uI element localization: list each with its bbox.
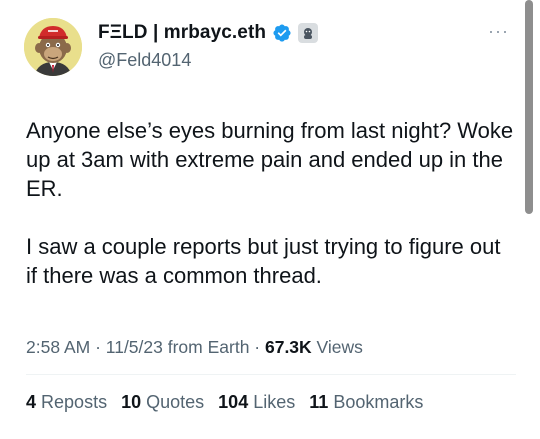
- stat-likes[interactable]: 104 Likes: [218, 392, 295, 413]
- tweet-date[interactable]: 11/5/23 from Earth: [106, 337, 250, 357]
- stat-label: Quotes: [146, 392, 205, 412]
- stat-count: 10: [121, 392, 142, 412]
- author-name-row: FΞLD | mrbayc.eth: [98, 20, 319, 46]
- tweet-paragraph: Anyone else’s eyes burning from last nig…: [26, 118, 514, 201]
- stat-label: Bookmarks: [333, 392, 424, 412]
- tweet: FΞLD | mrbayc.eth @Feld4014 ··· Anyone e…: [0, 0, 540, 439]
- tweet-meta: 2:58 AM · 11/5/23 from Earth · 67.3K Vie…: [26, 337, 363, 358]
- stat-quotes[interactable]: 10 Quotes: [121, 392, 204, 413]
- divider: [26, 374, 516, 375]
- tweet-time[interactable]: 2:58 AM: [26, 337, 90, 357]
- avatar-art: [24, 18, 82, 76]
- stat-label: Likes: [253, 392, 296, 412]
- verified-badge-icon[interactable]: [272, 23, 292, 43]
- engagement-stats: 4 Reposts 10 Quotes 104 Likes 11 Bookmar…: [26, 392, 423, 413]
- stat-count: 4: [26, 392, 37, 412]
- views-count: 67.3K: [264, 337, 312, 357]
- tweet-paragraph: I saw a couple reports but just trying t…: [26, 234, 501, 288]
- tweet-text: Anyone else’s eyes burning from last nig…: [26, 116, 516, 290]
- display-name[interactable]: FΞLD | mrbayc.eth: [98, 22, 266, 44]
- bored-ape-avatar[interactable]: [24, 18, 82, 76]
- meta-separator: ·: [249, 337, 265, 357]
- scrollbar[interactable]: [525, 0, 533, 214]
- views-label: Views: [311, 337, 363, 357]
- affiliate-badge-icon[interactable]: [298, 23, 319, 43]
- stat-label: Reposts: [41, 392, 108, 412]
- meta-separator: ·: [90, 337, 106, 357]
- stat-count: 11: [309, 392, 329, 412]
- author-handle[interactable]: @Feld4014: [98, 50, 191, 71]
- stat-bookmarks[interactable]: 11 Bookmarks: [309, 392, 423, 413]
- more-options-icon[interactable]: ···: [488, 22, 509, 40]
- stat-count: 104: [218, 392, 249, 412]
- stat-reposts[interactable]: 4 Reposts: [26, 392, 107, 413]
